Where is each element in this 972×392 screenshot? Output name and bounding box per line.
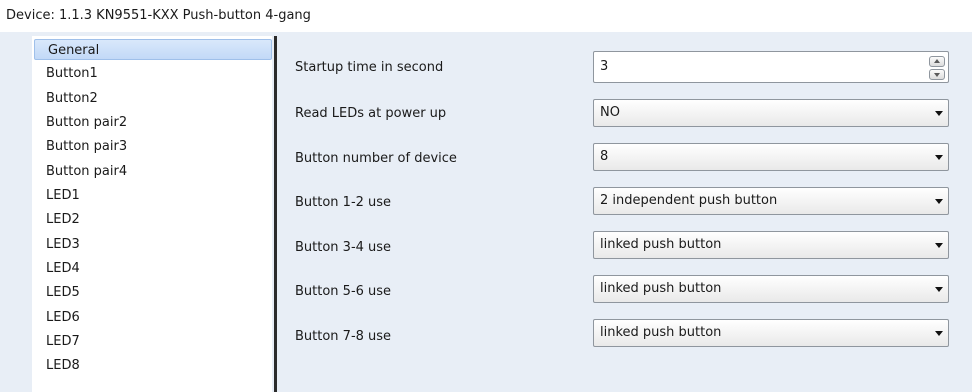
- button-3-4-use-dropdown[interactable]: linked push button: [593, 231, 949, 259]
- sidebar-item-button-pair2[interactable]: Button pair2: [38, 112, 271, 133]
- sidebar-item-general[interactable]: General: [34, 39, 272, 60]
- sidebar-item-led5[interactable]: LED5: [38, 282, 271, 303]
- sidebar-item-led1[interactable]: LED1: [38, 185, 271, 206]
- button-7-8-use-label: Button 7-8 use: [295, 329, 392, 344]
- sidebar-item-led7[interactable]: LED7: [38, 331, 271, 352]
- chevron-down-icon: [935, 155, 943, 160]
- startup-time-spinbox[interactable]: 3: [593, 51, 949, 83]
- read-leds-dropdown[interactable]: NO: [593, 99, 949, 127]
- sidebar-item-led3[interactable]: LED3: [38, 234, 271, 255]
- content-area: General Button1 Button2 Button pair2 But…: [0, 32, 972, 392]
- spin-up-button[interactable]: [929, 56, 945, 67]
- button-number-value: 8: [600, 149, 609, 164]
- button-number-label: Button number of device: [295, 151, 457, 166]
- sidebar-item-button2[interactable]: Button2: [38, 88, 271, 109]
- button-5-6-use-label: Button 5-6 use: [295, 284, 392, 299]
- startup-time-label: Startup time in second: [295, 60, 444, 75]
- read-leds-label: Read LEDs at power up: [295, 106, 447, 121]
- button-7-8-use-value: linked push button: [600, 325, 722, 340]
- sidebar-item-button-pair3[interactable]: Button pair3: [38, 136, 271, 157]
- sidebar-item-led6[interactable]: LED6: [38, 307, 271, 328]
- spin-down-icon: [934, 73, 940, 77]
- sidebar-item-button1[interactable]: Button1: [38, 63, 271, 84]
- chevron-down-icon: [935, 287, 943, 292]
- sidebar-item-led2[interactable]: LED2: [38, 209, 271, 230]
- button-1-2-use-value: 2 independent push button: [600, 193, 778, 208]
- chevron-down-icon: [935, 199, 943, 204]
- spin-down-button[interactable]: [929, 69, 945, 80]
- startup-time-value[interactable]: 3: [600, 52, 608, 82]
- sidebar-item-button-pair4[interactable]: Button pair4: [38, 161, 271, 182]
- button-7-8-use-dropdown[interactable]: linked push button: [593, 319, 949, 347]
- read-leds-value: NO: [600, 105, 620, 120]
- button-1-2-use-dropdown[interactable]: 2 independent push button: [593, 187, 949, 215]
- window-title: Device: 1.1.3 KN9551-KXX Push-button 4-g…: [0, 0, 972, 32]
- chevron-down-icon: [935, 111, 943, 116]
- button-5-6-use-dropdown[interactable]: linked push button: [593, 275, 949, 303]
- button-1-2-use-label: Button 1-2 use: [295, 195, 392, 210]
- spin-up-icon: [934, 59, 940, 63]
- sidebar-item-led4[interactable]: LED4: [38, 258, 271, 279]
- button-number-dropdown[interactable]: 8: [593, 143, 949, 171]
- chevron-down-icon: [935, 331, 943, 336]
- button-3-4-use-value: linked push button: [600, 237, 722, 252]
- chevron-down-icon: [935, 243, 943, 248]
- button-3-4-use-label: Button 3-4 use: [295, 240, 392, 255]
- sidebar-item-led8[interactable]: LED8: [38, 355, 271, 376]
- sidebar: General Button1 Button2 Button pair2 But…: [32, 36, 272, 392]
- panel-splitter[interactable]: [274, 36, 277, 392]
- button-5-6-use-value: linked push button: [600, 281, 722, 296]
